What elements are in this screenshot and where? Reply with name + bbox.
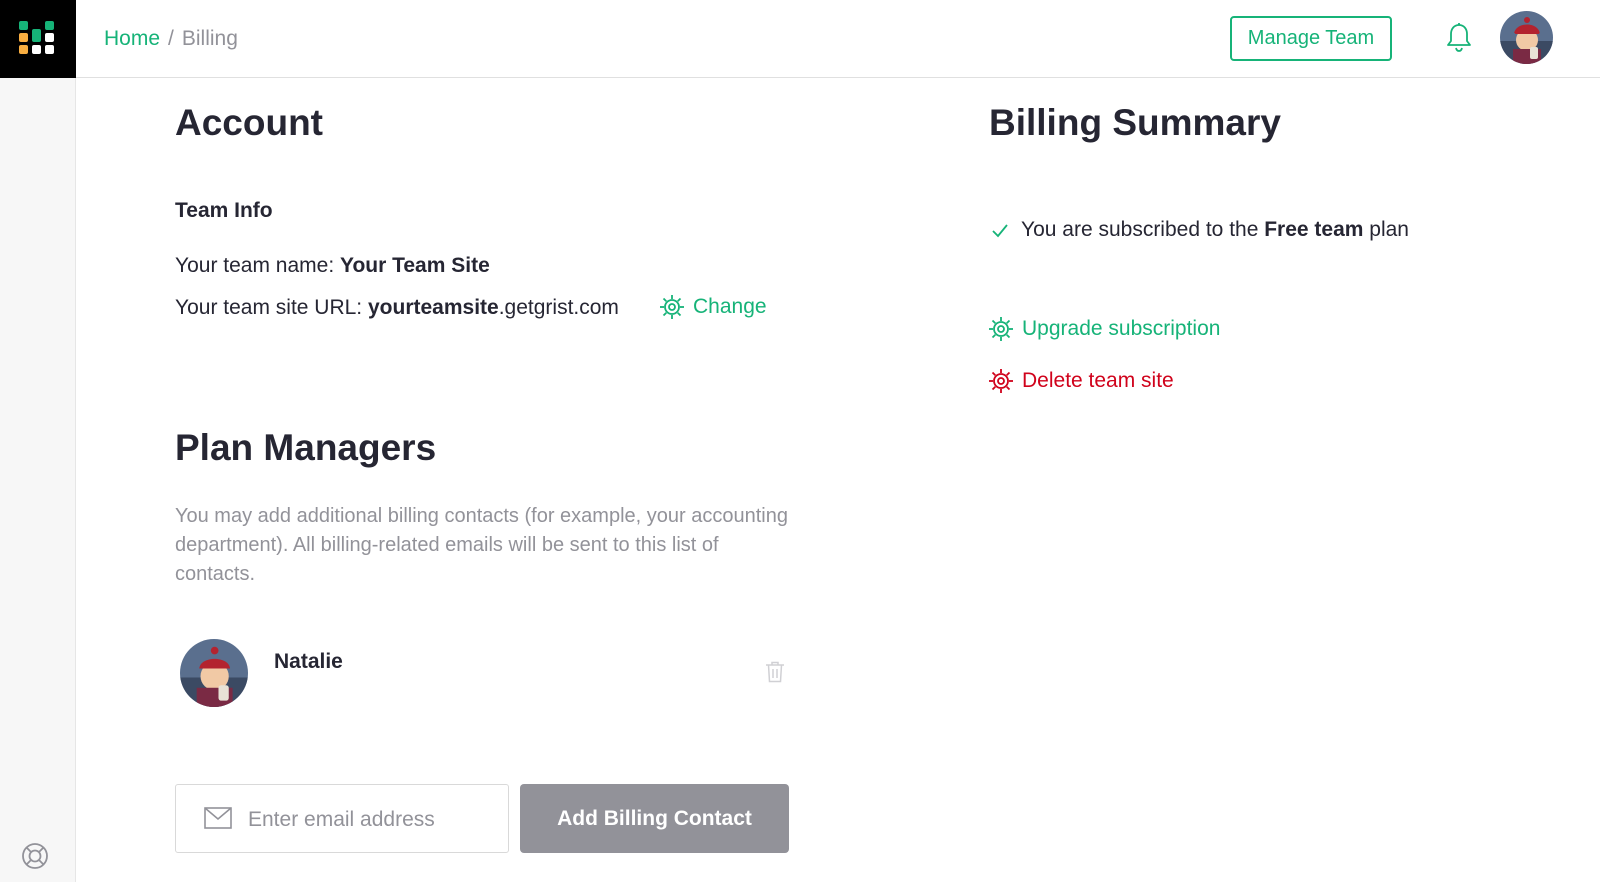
delete-label: Delete team site xyxy=(1022,369,1174,392)
plan-managers-title: Plan Managers xyxy=(175,427,437,468)
user-avatar[interactable] xyxy=(1500,11,1553,64)
team-info-heading: Team Info xyxy=(175,199,273,222)
status-plan: Free team xyxy=(1264,218,1364,241)
left-panel xyxy=(0,78,76,882)
upgrade-subscription-link[interactable]: Upgrade subscription xyxy=(988,316,1220,342)
trash-icon[interactable] xyxy=(765,661,785,688)
manager-avatar xyxy=(180,639,248,707)
breadcrumb-home[interactable]: Home xyxy=(104,27,160,50)
envelope-icon xyxy=(204,807,232,829)
top-bar: Home / Billing Manage Team xyxy=(76,0,1600,78)
team-url-row: Your team site URL: yourteamsite.getgris… xyxy=(175,296,619,320)
team-url-subdomain: yourteamsite xyxy=(367,296,499,319)
team-name-label: Your team name: xyxy=(175,254,340,277)
add-billing-contact-button[interactable]: Add Billing Contact xyxy=(520,784,789,853)
delete-team-site-link[interactable]: Delete team site xyxy=(988,368,1174,394)
change-url-link[interactable]: Change xyxy=(659,294,767,320)
billing-summary-title: Billing Summary xyxy=(989,102,1281,143)
change-label: Change xyxy=(693,295,767,318)
account-title: Account xyxy=(175,102,323,143)
check-icon xyxy=(992,224,1008,238)
manager-row: Natalie xyxy=(180,639,792,709)
grist-logo[interactable] xyxy=(0,0,76,78)
breadcrumb: Home / Billing xyxy=(104,27,238,51)
manage-team-button[interactable]: Manage Team xyxy=(1230,16,1392,61)
gear-icon xyxy=(989,317,1013,341)
manager-name: Natalie xyxy=(274,650,343,673)
breadcrumb-separator: / xyxy=(168,27,174,50)
breadcrumb-current: Billing xyxy=(181,27,238,50)
plan-managers-description: You may add additional billing contacts … xyxy=(175,505,788,585)
bell-icon[interactable] xyxy=(1446,22,1472,57)
email-input[interactable] xyxy=(246,797,500,843)
upgrade-label: Upgrade subscription xyxy=(1022,317,1221,340)
team-name-row: Your team name: Your Team Site xyxy=(175,254,490,278)
help-icon[interactable] xyxy=(21,842,49,870)
email-field[interactable] xyxy=(175,784,509,853)
subscription-status: You are subscribed to the Free team plan xyxy=(989,218,1409,242)
logo-icon xyxy=(19,21,54,54)
gear-icon xyxy=(660,295,684,319)
team-url-domain: .getgrist.com xyxy=(498,296,619,319)
gear-icon xyxy=(989,369,1013,393)
status-text: You are subscribed to the Free team plan xyxy=(1021,218,1409,241)
team-name-value: Your Team Site xyxy=(340,254,490,277)
team-url-label: Your team site URL: xyxy=(175,296,368,319)
